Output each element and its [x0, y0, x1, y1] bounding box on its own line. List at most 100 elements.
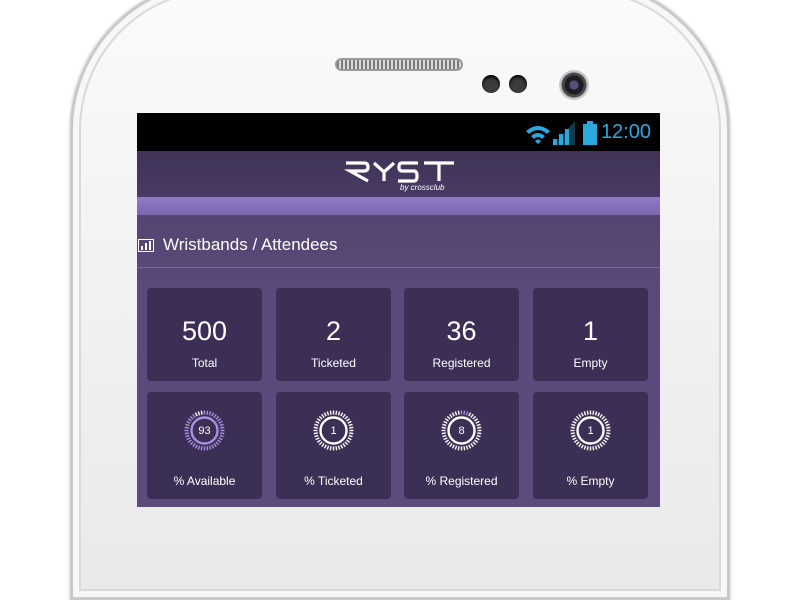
percent-card-empty[interactable]: 1 % Empty	[533, 392, 648, 499]
gauge-tick	[344, 415, 349, 420]
gauge-tick	[572, 420, 577, 424]
gauge-tick	[218, 420, 223, 424]
stat-label: Registered	[432, 356, 491, 370]
gauge-tick	[601, 415, 606, 420]
stat-label: Empty	[573, 356, 608, 370]
gauge-tick	[217, 418, 222, 422]
gauge-tick	[465, 445, 469, 450]
stat-card-empty[interactable]: 1 Empty	[533, 288, 648, 381]
stat-card-total[interactable]: 500 Total	[147, 288, 262, 381]
gauge-tick	[594, 445, 598, 450]
gauge-tick	[444, 439, 449, 443]
gauge-tick	[189, 441, 194, 446]
bar-chart-icon	[138, 239, 154, 252]
gauge-tick	[335, 410, 338, 415]
app-header: by crossclub	[137, 151, 660, 197]
section-title: Wristbands / Attendees	[163, 235, 338, 254]
gauge-tick	[470, 413, 474, 418]
gauge-tick	[315, 420, 320, 424]
stat-value: 36	[446, 316, 477, 346]
gauge-tick	[573, 439, 578, 443]
stat-label: Ticketed	[311, 356, 356, 370]
gauge-tick	[454, 445, 458, 450]
proximity-sensor	[482, 75, 500, 93]
gauge-tick	[468, 412, 472, 417]
gauge-tick	[323, 412, 327, 417]
gauge-tick	[215, 415, 220, 420]
stat-label: Total	[191, 356, 218, 370]
gauge-tick	[472, 415, 477, 420]
percent-card-available[interactable]: 93 % Available	[147, 392, 262, 499]
gauge-tick	[586, 410, 589, 415]
gauge-tick	[186, 420, 191, 424]
gauge-tick	[583, 411, 587, 416]
gauge-tick	[578, 413, 582, 418]
gauge-tick	[316, 439, 321, 443]
gauge-tick	[316, 418, 321, 422]
front-camera	[559, 70, 589, 100]
gauge-tick	[472, 441, 477, 446]
gauge-tick	[217, 439, 222, 443]
gauge-tick	[603, 418, 608, 422]
wifi-icon	[526, 126, 550, 144]
gauge-tick	[208, 445, 212, 450]
gauge-tick	[572, 437, 577, 441]
gauge-tick	[451, 444, 455, 449]
gauge-tick	[575, 415, 580, 420]
gauge-tick	[215, 441, 220, 446]
gauge-tick	[578, 443, 582, 448]
gauge-tick	[213, 443, 217, 448]
gauge-tick	[340, 444, 344, 449]
stat-card-registered[interactable]: 36 Registered	[404, 288, 519, 381]
gauge-tick	[318, 415, 323, 420]
gauge-tick	[194, 444, 198, 449]
battery-icon	[583, 121, 597, 145]
gauge-tick	[344, 441, 349, 446]
ryst-logo: by crossclub	[343, 161, 454, 192]
gauge-tick	[474, 439, 479, 443]
gauge-tick	[218, 437, 223, 441]
signal-icon	[553, 121, 575, 145]
percent-label: % Available	[173, 474, 236, 488]
stat-value: 1	[582, 316, 599, 346]
gauge-value: 93	[198, 425, 211, 437]
gauge-tick	[580, 444, 584, 449]
section-header: Wristbands / Attendees	[137, 215, 660, 268]
gauge-tick	[443, 437, 448, 441]
gauge-tick	[192, 443, 196, 448]
gauge-tick	[211, 412, 215, 417]
gauge-tick	[197, 411, 201, 416]
gauge-tick	[329, 410, 332, 415]
gauge-tick	[580, 412, 584, 417]
phone-screen: 12:00 by crossclub Wristbands / Attendee…	[137, 113, 660, 507]
gauge-tick	[463, 410, 466, 415]
gauge-tick	[586, 446, 589, 451]
gauge-tick	[206, 410, 209, 415]
gauge-tick	[321, 413, 325, 418]
gauge-tick	[599, 413, 603, 418]
gauge-tick	[211, 444, 215, 449]
gauge-tick	[474, 418, 479, 422]
gauge-tick	[446, 415, 451, 420]
stat-card-ticketed[interactable]: 2 Ticketed	[276, 288, 391, 381]
gauge-tick	[347, 437, 352, 441]
gauge-tick	[575, 441, 580, 446]
percent-card-ticketed[interactable]: 1 % Ticketed	[276, 392, 391, 499]
gauge-tick	[335, 446, 338, 451]
gauge-tick	[189, 415, 194, 420]
gauge-tick	[321, 443, 325, 448]
percent-card-registered[interactable]: 8 % Registered	[404, 392, 519, 499]
gauge-tick	[340, 412, 344, 417]
gauge-tick	[206, 446, 209, 451]
gauge-tick	[457, 410, 460, 415]
percent-label: % Registered	[425, 474, 498, 488]
gauge-tick	[592, 410, 595, 415]
gauge-tick	[200, 410, 203, 415]
gauge-tick	[603, 439, 608, 443]
gauge-tick	[326, 411, 330, 416]
percent-label: % Ticketed	[304, 474, 363, 488]
gauge-tick	[449, 413, 453, 418]
gauge-tick	[444, 418, 449, 422]
gauge-tick	[604, 420, 609, 424]
gauge-tick	[457, 446, 460, 451]
